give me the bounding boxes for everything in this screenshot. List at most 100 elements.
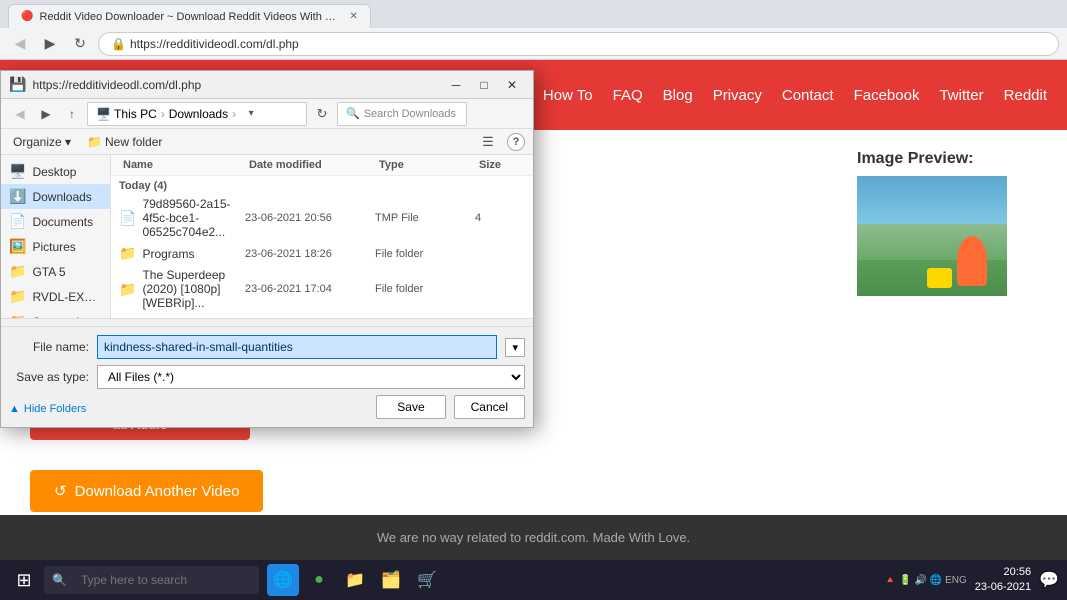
dialog-file-list: Name Date modified Type Size Today (4) 📄… [111, 155, 533, 318]
help-button[interactable]: ? [507, 133, 525, 151]
dialog-maximize-button[interactable]: □ [471, 74, 497, 96]
taskbar: ⊞ 🔍 🌐 ● 📁 🗂️ 🛒 🔺 🔋 🔊 🌐 ENG 20:56 23-06-2… [0, 560, 1067, 600]
file-row-superdeep[interactable]: 📁 The Superdeep (2020) [1080p] [WEBRip].… [111, 265, 533, 313]
file-row-tmp[interactable]: 📄 79d89560-2a15-4f5c-bce1-06525c704e2...… [111, 194, 533, 242]
view-options-button[interactable]: ☰ [477, 131, 499, 153]
taskbar-chrome[interactable]: ● [303, 564, 335, 596]
documents-icon: 📄 [9, 213, 26, 230]
save-button[interactable]: Save [376, 395, 445, 419]
file-row-programs[interactable]: 📁 Programs 23-06-2021 18:26 File folder [111, 242, 533, 265]
dialog-minimize-button[interactable]: ─ [443, 74, 469, 96]
organize-button[interactable]: Organize ▾ [9, 133, 75, 151]
another-video-button[interactable]: ↺ Download Another Video [30, 470, 263, 512]
sidebar-item-pictures[interactable]: 🖼️ Pictures [1, 234, 110, 259]
preview-inner [857, 176, 1007, 296]
notification-icon[interactable]: 💬 [1039, 570, 1059, 590]
file-icon-tmp: 📄 [119, 210, 136, 227]
file-name-tmp: 79d89560-2a15-4f5c-bce1-06525c704e2... [142, 197, 245, 239]
tab-close-button[interactable]: ✕ [349, 11, 357, 22]
nav-contact[interactable]: Contact [782, 87, 834, 104]
nav-privacy[interactable]: Privacy [713, 87, 762, 104]
breadcrumb-downloads: Downloads [169, 107, 228, 121]
filetype-select[interactable]: All Files (*.*) [97, 365, 525, 389]
taskbar-explorer[interactable]: 📁 [339, 564, 371, 596]
sidebar-label-pictures: Pictures [32, 240, 75, 254]
sidebar-item-documents[interactable]: 📄 Documents [1, 209, 110, 234]
nav-twitter[interactable]: Twitter [939, 87, 983, 104]
desktop-icon: 🖥️ [9, 163, 26, 180]
tab-favicon: 🔴 [21, 11, 33, 22]
sidebar-label-gta5: GTA 5 [32, 265, 65, 279]
nav-reddit[interactable]: Reddit [1004, 87, 1047, 104]
footer-text: We are no way related to reddit.com. Mad… [377, 530, 690, 545]
new-folder-button[interactable]: 📁 New folder [83, 133, 166, 151]
breadcrumb-sep2: › [232, 107, 236, 121]
new-folder-icon: 📁 [87, 135, 102, 149]
taskbar-clock: 20:56 23-06-2021 [975, 565, 1031, 596]
dialog-search-placeholder: Search Downloads [364, 108, 456, 120]
system-tray: 🔺 🔋 🔊 🌐 ENG [884, 575, 967, 586]
cancel-button[interactable]: Cancel [454, 395, 525, 419]
taskbar-search-input[interactable] [71, 566, 251, 594]
dialog-forward-button[interactable]: ▶ [35, 103, 57, 125]
sidebar-item-screenshots[interactable]: 📁 Screenshots [1, 309, 110, 318]
hide-folders-link[interactable]: ▲ Hide Folders [9, 403, 86, 415]
forward-button[interactable]: ▶ [38, 32, 62, 56]
dialog-horizontal-scrollbar[interactable] [1, 318, 533, 326]
header-name: Name [119, 158, 245, 172]
nav-howto[interactable]: How To [543, 87, 593, 104]
file-name-programs: Programs [142, 247, 194, 261]
file-save-dialog: 💾 https://redditivideodl.com/dl.php ─ □ … [0, 70, 534, 428]
taskbar-files[interactable]: 🗂️ [375, 564, 407, 596]
header-size: Size [475, 158, 525, 172]
file-name-superdeep: The Superdeep (2020) [1080p] [WEBRip]... [142, 268, 245, 310]
sidebar-item-downloads[interactable]: ⬇️ Downloads [1, 184, 110, 209]
dialog-controls: ─ □ ✕ [443, 74, 525, 96]
preview-toy [927, 268, 952, 288]
file-date-superdeep: 23-06-2021 17:04 [245, 283, 375, 295]
tab-title: Reddit Video Downloader ~ Download Reddi… [39, 11, 339, 23]
sidebar-item-desktop[interactable]: 🖥️ Desktop [1, 159, 110, 184]
preview-label: Image Preview: [857, 150, 1037, 168]
nav-facebook[interactable]: Facebook [854, 87, 920, 104]
nav-faq[interactable]: FAQ [613, 87, 643, 104]
url-bar[interactable]: 🔒 https://redditivideodl.com/dl.php [98, 32, 1059, 56]
breadcrumb-expand[interactable]: ▾ [240, 103, 262, 125]
dialog-back-button[interactable]: ◀ [9, 103, 31, 125]
taskbar-edge[interactable]: 🌐 [267, 564, 299, 596]
today-group-label: Today (4) [111, 176, 533, 194]
file-date-tmp: 23-06-2021 20:56 [245, 212, 375, 224]
dialog-up-button[interactable]: ↑ [61, 103, 83, 125]
hide-folders-icon: ▲ [9, 403, 20, 415]
search-icon: 🔍 [52, 573, 67, 587]
filename-row: File name: ▾ [9, 335, 525, 359]
start-button[interactable]: ⊞ [8, 564, 40, 596]
dialog-toolbar: ◀ ▶ ↑ 🖥️ This PC › Downloads › ▾ ↻ 🔍 Sea… [1, 99, 533, 129]
downloads-icon: ⬇️ [9, 188, 26, 205]
hide-folders-text: Hide Folders [24, 403, 86, 415]
dialog-close-button[interactable]: ✕ [499, 74, 525, 96]
sidebar-item-gta5[interactable]: 📁 GTA 5 [1, 259, 110, 284]
dialog-title-bar: 💾 https://redditivideodl.com/dl.php ─ □ … [1, 71, 533, 99]
browser-tab[interactable]: 🔴 Reddit Video Downloader ~ Download Red… [8, 4, 371, 28]
dialog-search[interactable]: 🔍 Search Downloads [337, 102, 467, 126]
file-type-superdeep: File folder [375, 283, 475, 295]
dialog-refresh-button[interactable]: ↻ [311, 103, 333, 125]
nav-blog[interactable]: Blog [663, 87, 693, 104]
taskbar-apps: 🌐 ● 📁 🗂️ 🛒 [267, 564, 443, 596]
filename-label: File name: [9, 340, 89, 354]
filename-input[interactable] [97, 335, 497, 359]
filetype-label: Save as type: [9, 370, 89, 384]
refresh-button[interactable]: ↻ [68, 32, 92, 56]
taskbar-store[interactable]: 🛒 [411, 564, 443, 596]
filename-dropdown[interactable]: ▾ [505, 338, 525, 357]
url-text: https://redditivideodl.com/dl.php [130, 37, 299, 51]
pictures-icon: 🖼️ [9, 238, 26, 255]
dialog-actions: Organize ▾ 📁 New folder ☰ ? [1, 129, 533, 155]
sidebar-item-rvdl[interactable]: 📁 RVDL-EXE-Electr [1, 284, 110, 309]
sidebar-label-desktop: Desktop [32, 165, 76, 179]
taskbar-right: 🔺 🔋 🔊 🌐 ENG 20:56 23-06-2021 💬 [884, 565, 1059, 596]
preview-child-figure [957, 236, 987, 286]
refresh-icon: ↺ [54, 482, 67, 500]
back-button[interactable]: ◀ [8, 32, 32, 56]
